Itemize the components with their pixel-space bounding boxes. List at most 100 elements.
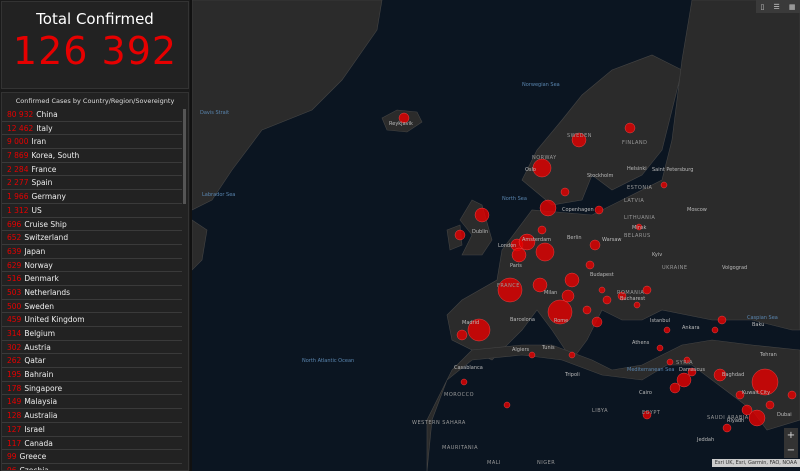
case-bubble[interactable] bbox=[591, 316, 603, 328]
list-item[interactable]: 2 277 Spain bbox=[2, 176, 182, 191]
map-label: Moscow bbox=[687, 207, 707, 213]
map-label: Athens bbox=[632, 340, 650, 346]
country-name: United Kingdom bbox=[24, 315, 85, 325]
list-item[interactable]: 314 Belgium bbox=[2, 327, 182, 341]
country-name: Belgium bbox=[24, 329, 56, 338]
total-value: 126 392 bbox=[12, 29, 178, 73]
map[interactable]: Davis Strait Labrador Sea Norwegian Sea Nor… bbox=[192, 0, 800, 471]
case-bubble[interactable] bbox=[717, 315, 727, 325]
legend-icon[interactable]: ☰ bbox=[773, 3, 779, 11]
list-item[interactable]: 459 United Kingdom bbox=[2, 313, 182, 327]
zoom-out-button[interactable]: − bbox=[784, 443, 798, 458]
case-bubble[interactable] bbox=[537, 225, 547, 235]
country-name: Cruise Ship bbox=[24, 219, 67, 229]
case-bubble[interactable] bbox=[624, 122, 636, 134]
case-bubble[interactable] bbox=[602, 295, 612, 305]
case-bubble[interactable] bbox=[535, 242, 555, 262]
list-item[interactable]: 7 869 Korea, South bbox=[2, 149, 182, 163]
list-item[interactable]: 2 284 France bbox=[2, 163, 182, 177]
case-bubble[interactable] bbox=[582, 305, 592, 315]
case-bubble[interactable] bbox=[511, 247, 527, 263]
country-name: Israel bbox=[24, 424, 45, 434]
list-item[interactable]: 302 Austria bbox=[2, 341, 182, 355]
case-bubble[interactable] bbox=[568, 351, 576, 359]
list-item[interactable]: 1 966 Germany bbox=[2, 190, 182, 204]
list-item[interactable]: 96 Czechia bbox=[2, 464, 182, 470]
list-item[interactable]: 128 Australia bbox=[2, 409, 182, 423]
case-bubble[interactable] bbox=[497, 277, 523, 303]
list-item[interactable]: 9 000 Iran bbox=[2, 135, 182, 150]
left-panel: Total Confirmed 126 392 Confirmed Cases … bbox=[0, 0, 190, 471]
map-label: MOROCCO bbox=[444, 392, 475, 398]
case-count: 516 bbox=[7, 274, 22, 284]
country-name: Italy bbox=[36, 123, 53, 133]
case-count: 12 462 bbox=[7, 123, 34, 133]
case-bubble[interactable] bbox=[454, 229, 466, 241]
case-bubble[interactable] bbox=[503, 401, 511, 409]
case-bubble[interactable] bbox=[787, 390, 797, 400]
case-bubble[interactable] bbox=[633, 301, 641, 309]
case-bubble[interactable] bbox=[561, 289, 575, 303]
scrollbar[interactable] bbox=[183, 109, 186, 204]
map-label: Davis Strait bbox=[200, 110, 230, 116]
list-item[interactable]: 195 Bahrain bbox=[2, 368, 182, 382]
case-count: 302 bbox=[7, 342, 22, 352]
country-list[interactable]: 80 932 China 12 462 Italy 9 000 Iran 7 869 Kore… bbox=[2, 108, 188, 470]
list-item[interactable]: 696 Cruise Ship bbox=[2, 218, 182, 232]
case-bubble[interactable] bbox=[666, 358, 674, 366]
case-bubble[interactable] bbox=[585, 260, 595, 270]
case-bubble[interactable] bbox=[669, 382, 681, 394]
map-label: Rome bbox=[554, 318, 569, 324]
case-bubble[interactable] bbox=[765, 400, 775, 410]
list-item[interactable]: 262 Qatar bbox=[2, 354, 182, 369]
country-name: Austria bbox=[24, 342, 51, 352]
case-bubble[interactable] bbox=[598, 286, 606, 294]
map-label: Copenhagen bbox=[562, 207, 594, 213]
zoom-in-button[interactable]: + bbox=[784, 428, 798, 443]
case-bubble[interactable] bbox=[589, 239, 601, 251]
case-bubble[interactable] bbox=[594, 205, 604, 215]
list-item[interactable]: 639 Japan bbox=[2, 245, 182, 259]
case-bubble[interactable] bbox=[722, 423, 732, 433]
map-label: LIBYA bbox=[592, 408, 609, 414]
list-item[interactable]: 99 Greece bbox=[2, 450, 182, 464]
list-item[interactable]: 80 932 China bbox=[2, 108, 182, 122]
case-bubble[interactable] bbox=[748, 409, 766, 427]
map-label: Budapest bbox=[590, 272, 614, 278]
case-bubble[interactable] bbox=[660, 181, 668, 189]
list-item[interactable]: 1 312 US bbox=[2, 204, 182, 218]
case-bubble[interactable] bbox=[474, 207, 490, 223]
case-bubble[interactable] bbox=[528, 351, 536, 359]
list-item[interactable]: 503 Netherlands bbox=[2, 286, 182, 300]
basemap-gallery-icon[interactable]: ▦ bbox=[789, 3, 796, 11]
map-label: Kyiv bbox=[652, 252, 663, 258]
list-item[interactable]: 149 Malaysia bbox=[2, 395, 182, 410]
list-item[interactable]: 500 Sweden bbox=[2, 300, 182, 314]
bookmark-icon[interactable]: ▯ bbox=[761, 3, 765, 11]
case-bubble[interactable] bbox=[456, 329, 468, 341]
map-label: FINLAND bbox=[622, 140, 648, 146]
list-item[interactable]: 127 Israel bbox=[2, 423, 182, 437]
case-bubble[interactable] bbox=[460, 378, 468, 386]
map-label: Minsk bbox=[632, 225, 647, 231]
country-name: Singapore bbox=[24, 383, 63, 393]
case-bubble[interactable] bbox=[711, 326, 719, 334]
map-label: SYRIA bbox=[676, 360, 694, 366]
map-toolbar: ▯ ☰ ▦ bbox=[756, 0, 800, 13]
map-label: Istanbul bbox=[650, 318, 671, 324]
case-bubble[interactable] bbox=[564, 272, 580, 288]
list-item[interactable]: 629 Norway bbox=[2, 259, 182, 273]
map-label: EGYPT bbox=[642, 410, 661, 416]
list-item[interactable]: 178 Singapore bbox=[2, 382, 182, 396]
case-bubble[interactable] bbox=[663, 326, 671, 334]
list-item[interactable]: 117 Canada bbox=[2, 437, 182, 451]
list-item[interactable]: 12 462 Italy bbox=[2, 122, 182, 136]
country-name: Spain bbox=[31, 178, 53, 188]
map-label: Tripoli bbox=[565, 372, 580, 378]
list-item[interactable]: 652 Switzerland bbox=[2, 231, 182, 245]
map-label: Barcelona bbox=[510, 317, 535, 323]
list-item[interactable]: 516 Denmark bbox=[2, 272, 182, 286]
case-bubble[interactable] bbox=[539, 199, 557, 217]
case-bubble[interactable] bbox=[656, 344, 664, 352]
case-bubble[interactable] bbox=[560, 187, 570, 197]
